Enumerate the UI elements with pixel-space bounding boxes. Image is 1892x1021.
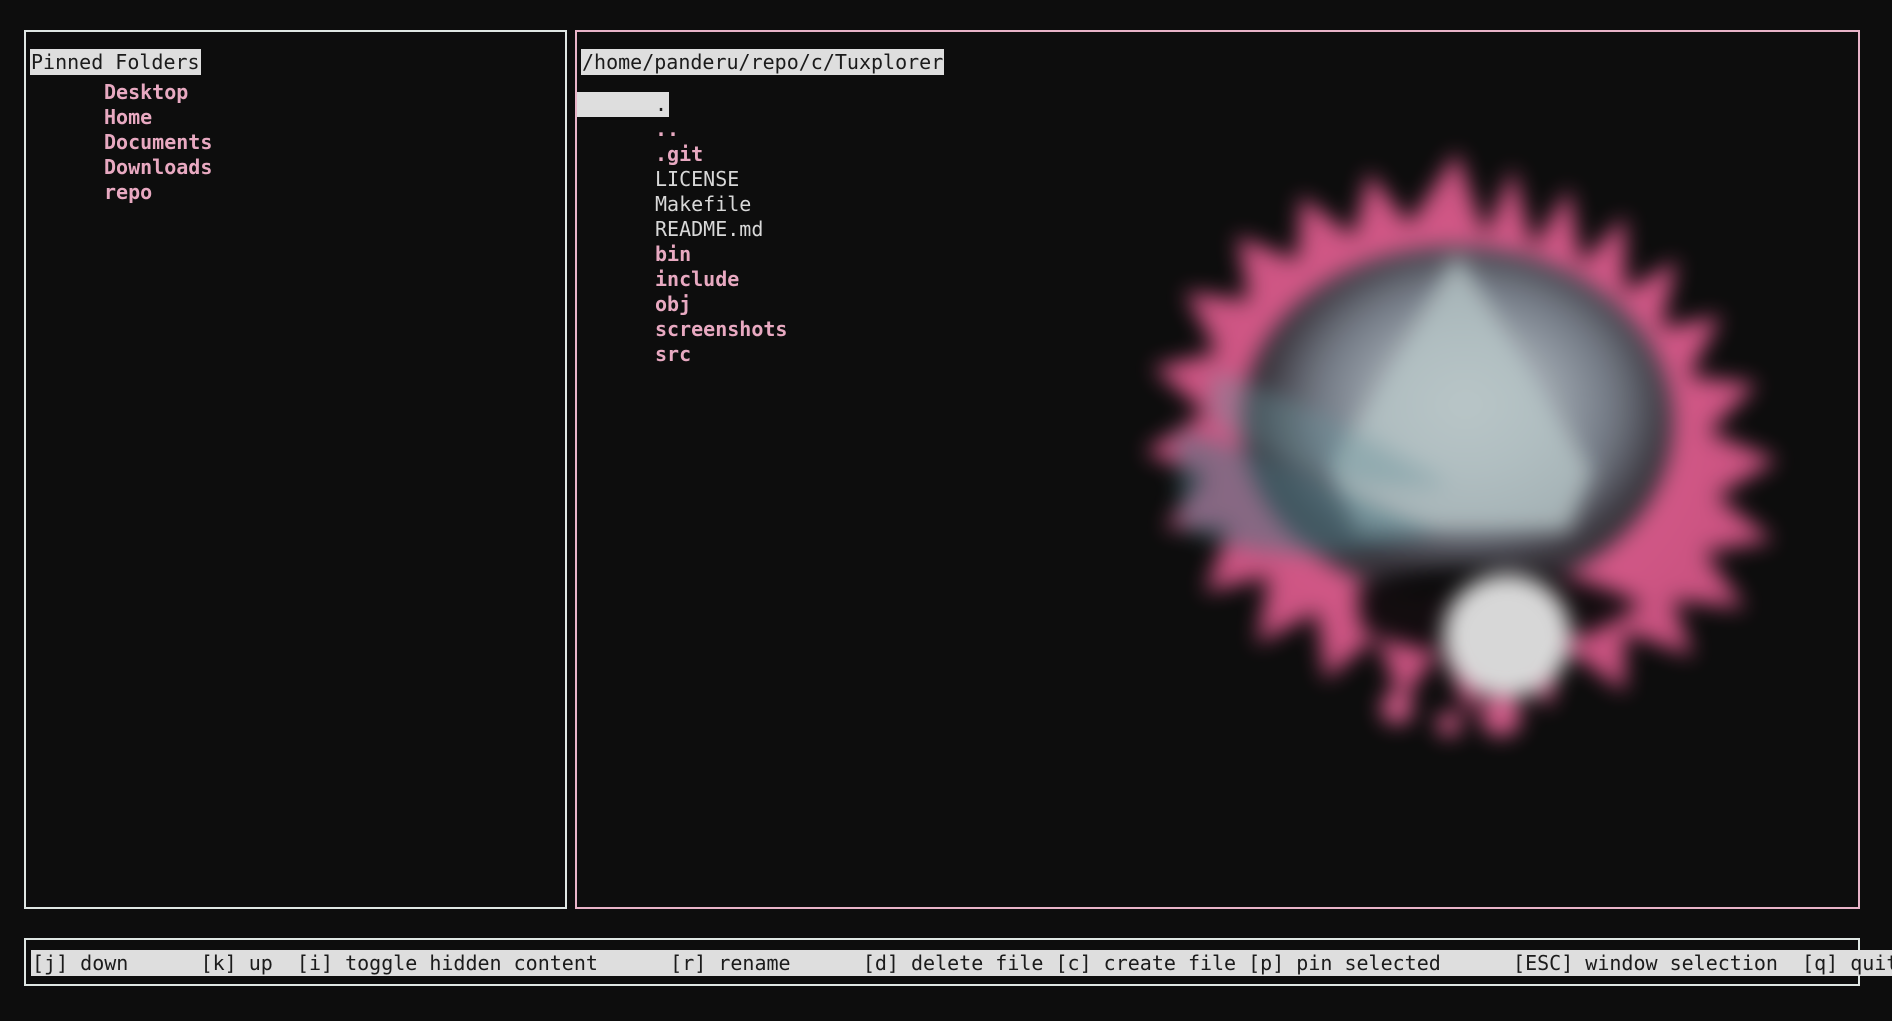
file-entry-label: Makefile [655,192,752,216]
file-entry[interactable]: . [577,92,1858,117]
pinned-folder-item[interactable]: Downloads [26,155,565,180]
file-entry-label: src [655,342,692,366]
pinned-folders-list[interactable]: Desktop Home Documents Downloads repo [26,80,565,205]
file-entry[interactable]: screenshots [577,317,1858,342]
file-entry[interactable]: README.md [577,217,1858,242]
pinned-folder-item-label: Desktop [104,80,189,104]
file-entry-label: bin [655,242,692,266]
pinned-folder-item[interactable]: Documents [26,130,565,155]
file-entry-label: LICENSE [655,167,740,191]
panes-container: Pinned Folders Desktop Home Documents Downl… [0,0,1892,930]
keybinding-help-text: [j] down [k] up [i] toggle hidden conten… [31,950,1892,976]
tuxplorer-window: Pinned Folders Desktop Home Documents Downl… [0,0,1892,1021]
file-entry[interactable]: LICENSE [577,167,1858,192]
file-browser-pane[interactable]: /home/panderu/repo/c/Tuxplorer ... .git LI… [575,30,1860,909]
file-entry[interactable]: src [577,342,1858,367]
file-entry[interactable]: Makefile [577,192,1858,217]
pinned-folders-title: Pinned Folders [30,49,201,75]
pinned-folders-pane[interactable]: Pinned Folders Desktop Home Documents Downl… [24,30,567,909]
file-entry[interactable]: .git [577,142,1858,167]
pinned-folder-item[interactable]: repo [26,180,565,205]
pinned-folder-item-label: Home [104,105,153,129]
file-entry[interactable]: .. [577,117,1858,142]
file-entry[interactable]: obj [577,292,1858,317]
file-entry-label: README.md [655,217,764,241]
pinned-folder-item[interactable]: Desktop [26,80,565,105]
file-entry[interactable]: include [577,267,1858,292]
file-entry-list[interactable]: ... .git LICENSE Makefile README.md bin includ… [577,92,1858,367]
file-entry-label: .git [655,142,704,166]
pinned-folder-item[interactable]: Home [26,105,565,130]
current-path-label: /home/panderu/repo/c/Tuxplorer [581,49,945,75]
file-entry-label: .. [655,117,680,141]
status-bar: [j] down [k] up [i] toggle hidden conten… [24,938,1892,986]
file-entry-label: screenshots [655,317,788,341]
pinned-folder-item-label: repo [104,180,153,204]
pinned-folder-item-label: Documents [104,130,213,154]
file-entry-label: obj [655,292,692,316]
file-entry[interactable]: bin [577,242,1858,267]
file-entry-label: include [655,267,740,291]
pinned-folder-item-label: Downloads [104,155,213,179]
file-entry-label: . [577,92,670,117]
